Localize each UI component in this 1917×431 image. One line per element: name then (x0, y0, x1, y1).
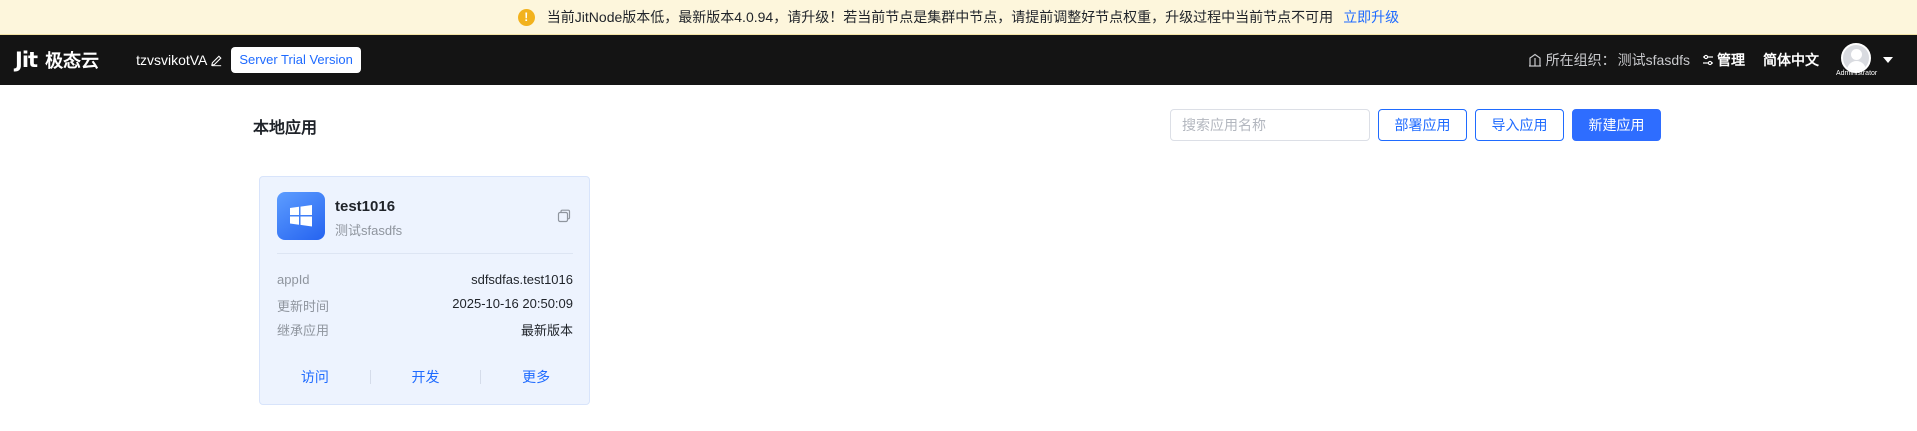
upgrade-banner: ! 当前JitNode版本低，最新版本4.0.94，请升级！若当前节点是集群中节… (0, 0, 1917, 35)
field-value: 2025-10-16 20:50:09 (452, 296, 573, 311)
avatar-role-label: Administrator (1836, 70, 1878, 77)
language-switcher[interactable]: 简体中文 (1763, 50, 1819, 70)
avatar-icon (1841, 43, 1871, 73)
org-switcher[interactable]: 所在组织： 测试sfasdfs (1528, 50, 1690, 70)
banner-message: 当前JitNode版本低，最新版本4.0.94，请升级！若当前节点是集群中节点，… (546, 9, 1334, 25)
org-name: 测试sfasdfs (1617, 52, 1690, 68)
manage-label: 管理 (1717, 52, 1745, 68)
field-value: sdfsdfas.test1016 (471, 272, 573, 287)
page-title: 本地应用 (253, 120, 318, 137)
info-row-inherit: 继承应用 最新版本 (277, 320, 573, 339)
app-name: test1016 (335, 198, 396, 215)
edit-icon[interactable] (210, 54, 223, 67)
import-app-button[interactable]: 导入应用 (1475, 109, 1564, 141)
windows-app-icon (277, 192, 325, 240)
visit-link[interactable]: 访问 (260, 367, 370, 387)
top-navbar: Jit 极态云 tzvsvikotVA Server Trial Version… (0, 35, 1917, 85)
develop-link[interactable]: 开发 (371, 367, 481, 387)
copy-icon[interactable] (556, 208, 572, 224)
info-row-updated: 更新时间 2025-10-16 20:50:09 (277, 296, 573, 315)
field-label: 更新时间 (277, 299, 330, 314)
app-card[interactable]: test1016 测试sfasdfs appId sdfsdfas.test10… (259, 176, 590, 405)
org-label: 所在组织： (1545, 52, 1616, 68)
app-org: 测试sfasdfs (335, 223, 403, 238)
chevron-down-icon[interactable] (1883, 57, 1893, 63)
field-label: 继承应用 (277, 323, 330, 338)
logo-text: 极态云 (45, 51, 100, 71)
field-label: appId (277, 272, 310, 287)
deploy-app-button[interactable]: 部署应用 (1378, 109, 1467, 141)
upgrade-now-link[interactable]: 立即升级 (1343, 7, 1399, 27)
card-actions: 访问 开发 更多 (260, 367, 591, 387)
user-name[interactable]: tzvsvikotVA (136, 52, 223, 68)
settings-sliders-icon (1703, 54, 1713, 66)
trial-badge: Server Trial Version (231, 47, 361, 73)
field-value: 最新版本 (520, 323, 573, 338)
warning-icon: ! (517, 8, 535, 26)
more-link[interactable]: 更多 (481, 367, 591, 387)
organization-icon (1528, 53, 1541, 67)
logo-mark: Jit (15, 48, 38, 72)
user-name-text: tzvsvikotVA (136, 52, 208, 68)
user-avatar[interactable]: Administrator (1836, 43, 1877, 77)
manage-button[interactable]: 管理 (1702, 50, 1745, 70)
search-input[interactable] (1170, 109, 1370, 141)
create-app-button[interactable]: 新建应用 (1572, 109, 1661, 141)
card-divider (277, 253, 573, 254)
logo[interactable]: Jit 极态云 (15, 47, 99, 73)
info-row-appid: appId sdfsdfas.test1016 (277, 272, 573, 287)
